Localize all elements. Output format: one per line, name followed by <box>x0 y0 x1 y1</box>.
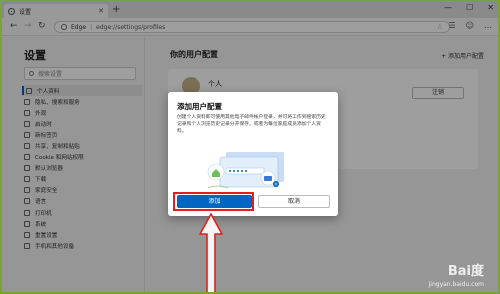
highlight-box <box>173 192 254 211</box>
watermark-url: jingyan.baidu.com <box>428 281 484 288</box>
dialog-title: 添加用户配置 <box>177 102 222 111</box>
profiles-illustration <box>207 152 284 189</box>
up-arrow-annotation <box>199 213 223 292</box>
watermark-logo: Bai度 <box>447 264 484 279</box>
browser-window: 设置 ✕ + — ☐ ✕ ← → ↻ Edge | edge://setting… <box>0 0 500 294</box>
dialog-description: 创建个人资料即可使用其他电子邮件帐户登录，并可将工作到搜索历史记录和个人浏览历史… <box>177 115 326 134</box>
cancel-button[interactable]: 取消 <box>258 195 330 208</box>
